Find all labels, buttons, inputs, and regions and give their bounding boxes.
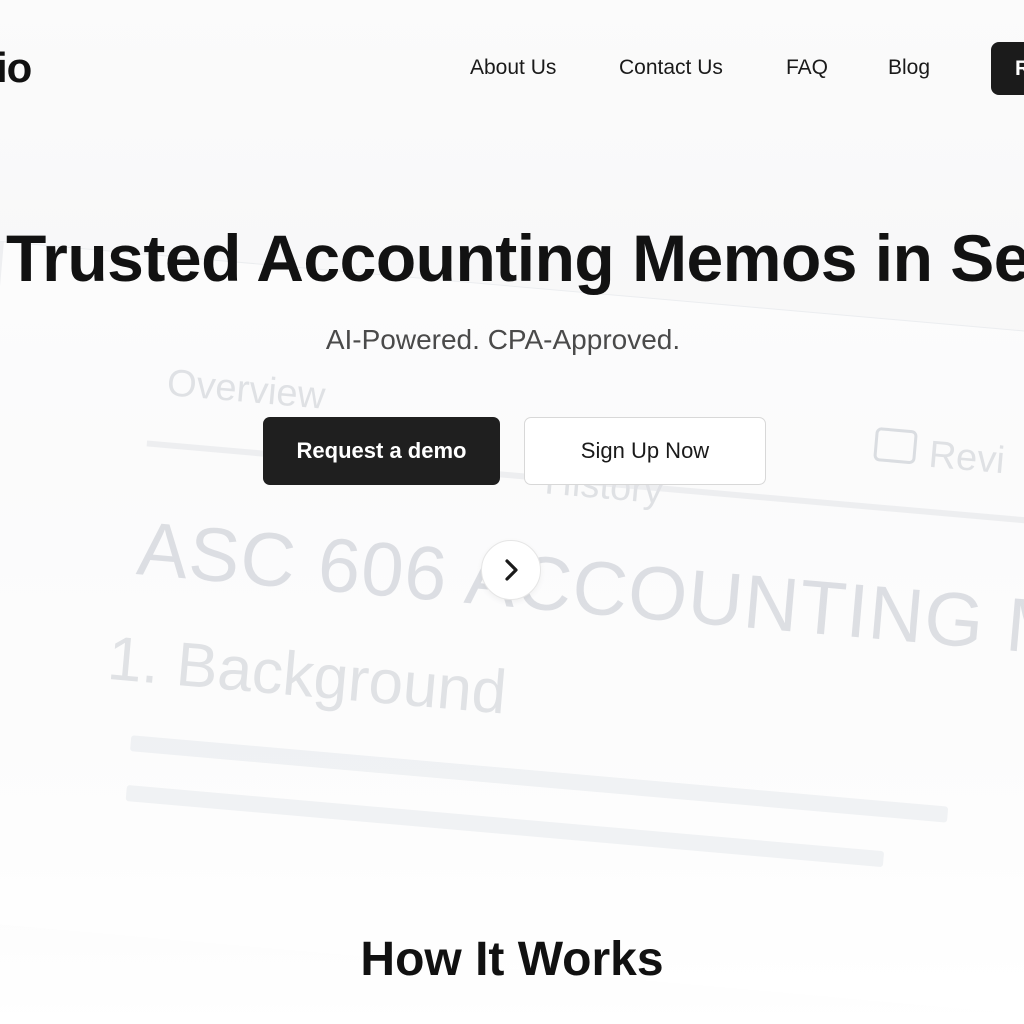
hero-title: Trusted Accounting Memos in Sec: [6, 221, 1024, 295]
chat-bubble-icon: [873, 426, 918, 465]
sign-up-button[interactable]: Sign Up Now: [524, 417, 766, 485]
carousel-next-button[interactable]: [481, 540, 541, 600]
landing-page: Overview History Revi ASC 606 ACCOUNTING…: [0, 0, 1024, 1024]
header-cta-button[interactable]: R: [991, 42, 1024, 95]
how-it-works-title: How It Works: [360, 933, 664, 986]
preview-tab-review: Revi: [927, 433, 1007, 483]
chevron-right-icon: [505, 559, 518, 581]
site-header: io About Us Contact Us FAQ Blog R: [0, 0, 1024, 130]
nav-link-about-us[interactable]: About Us: [470, 56, 556, 80]
brand-logo[interactable]: io: [0, 44, 32, 92]
nav-link-contact-us[interactable]: Contact Us: [619, 56, 723, 80]
nav-link-blog[interactable]: Blog: [888, 56, 930, 80]
hero-subtitle: AI-Powered. CPA-Approved.: [325, 324, 681, 355]
preview-section-heading: 1. Background: [104, 624, 510, 728]
preview-tab-overview: Overview: [165, 362, 327, 418]
nav-link-faq[interactable]: FAQ: [786, 56, 828, 80]
request-demo-button[interactable]: Request a demo: [263, 417, 500, 485]
background-preview-screenshot: Overview History Revi ASC 606 ACCOUNTING…: [0, 240, 1024, 1023]
